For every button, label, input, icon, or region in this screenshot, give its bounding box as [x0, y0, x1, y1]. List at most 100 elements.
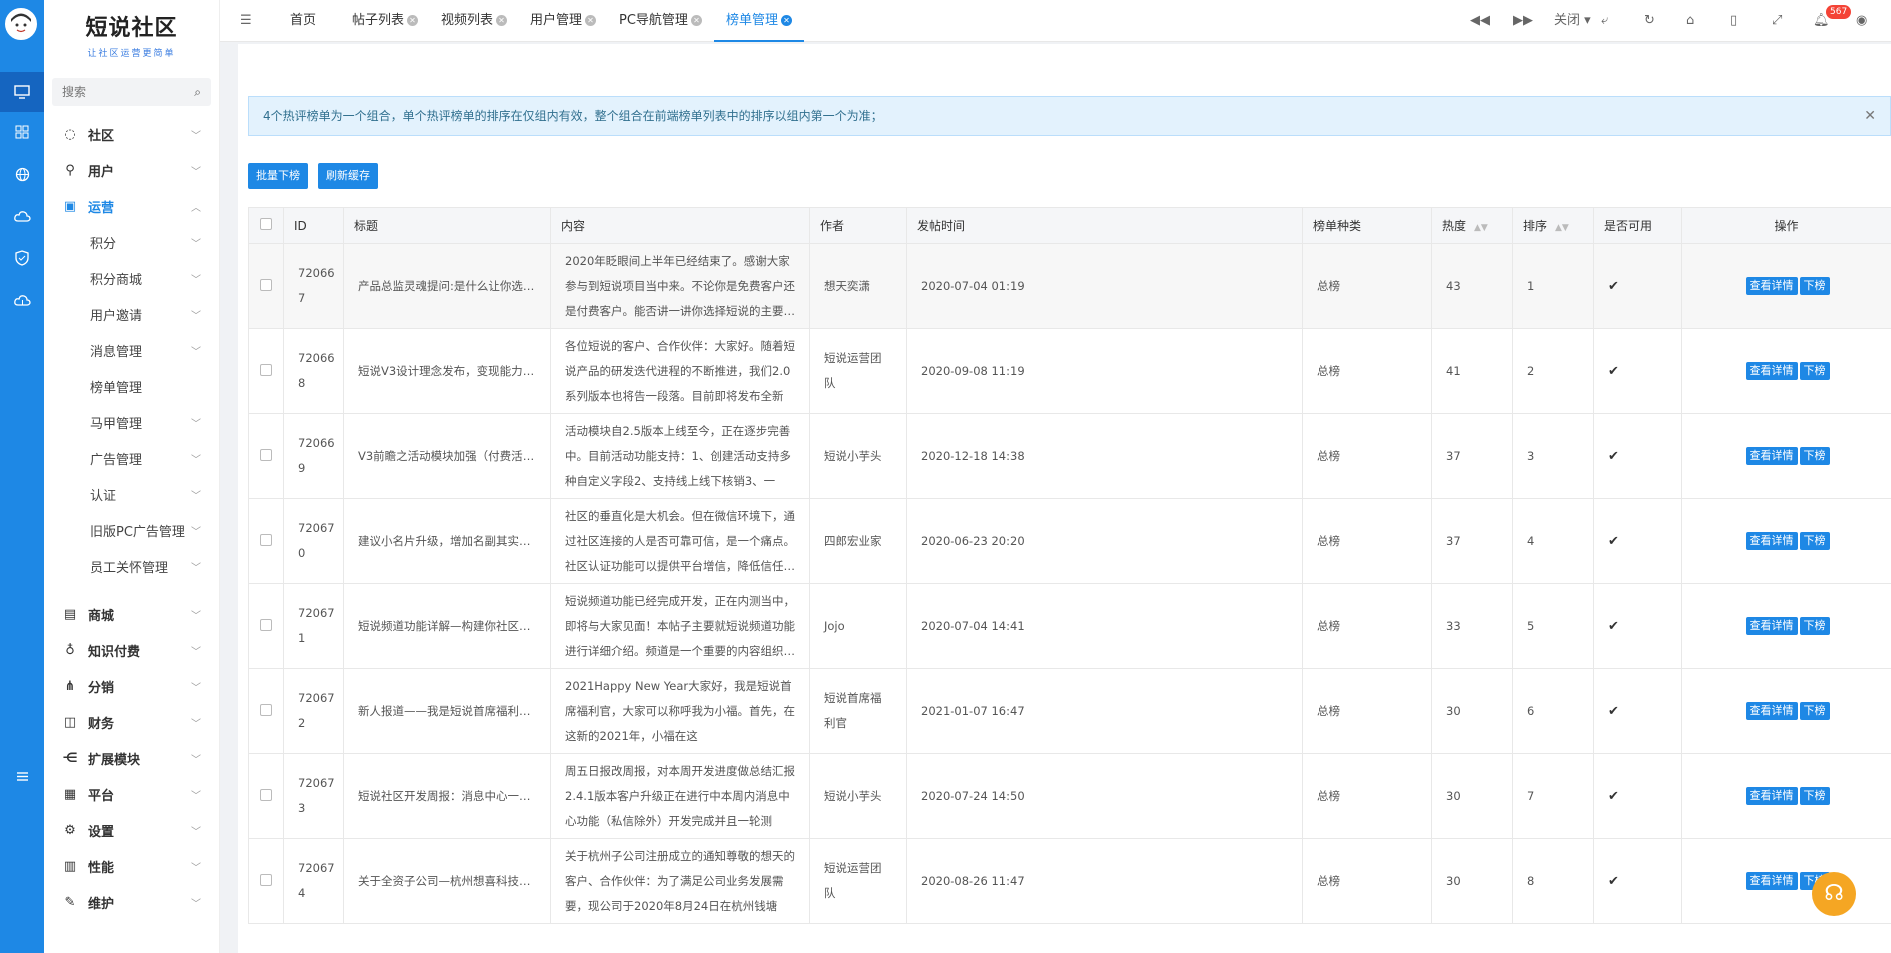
- search-box[interactable]: ⌕: [52, 78, 211, 106]
- brand-title: 短说社区: [85, 15, 178, 41]
- sidebar-item-operation[interactable]: ▣ 运营 ︿: [44, 188, 219, 224]
- grid-icon[interactable]: [0, 112, 44, 152]
- cloud-icon[interactable]: [0, 196, 44, 236]
- logo[interactable]: 短说社区 让社区运营更简单: [44, 0, 219, 62]
- offline-button[interactable]: 下榜: [1799, 447, 1830, 465]
- sidebar-subitem-verify[interactable]: 认证 ﹀: [44, 476, 219, 512]
- offline-button[interactable]: 下榜: [1799, 277, 1830, 295]
- search-input[interactable]: [62, 85, 172, 99]
- sidebar-item-performance[interactable]: ▥ 性能 ﹀: [44, 848, 219, 884]
- cloud-upload-icon[interactable]: [0, 280, 44, 320]
- offline-button[interactable]: 下榜: [1799, 617, 1830, 635]
- sidebar-item-label: 知识付费: [88, 644, 141, 660]
- sort-icon[interactable]: ▲▼: [1555, 223, 1569, 233]
- avatar[interactable]: [5, 8, 37, 40]
- close-icon[interactable]: ✕: [1864, 97, 1876, 135]
- offline-button[interactable]: 下榜: [1799, 787, 1830, 805]
- sidebar-item-knowledge[interactable]: ♁ 知识付费 ﹀: [44, 632, 219, 668]
- view-detail-button[interactable]: 查看详情: [1745, 532, 1798, 550]
- tab-users[interactable]: 用户管理 ✕: [530, 0, 597, 42]
- row-time: 2020-09-08 11:19: [906, 328, 1303, 414]
- view-detail-button[interactable]: 查看详情: [1745, 872, 1798, 890]
- view-detail-button[interactable]: 查看详情: [1745, 362, 1798, 380]
- refresh-cache-button[interactable]: 刷新缓存: [318, 163, 378, 189]
- close-icon[interactable]: ✕: [585, 15, 597, 26]
- sidebar-subitem-employee-care[interactable]: 员工关怀管理 ﹀: [44, 548, 219, 584]
- header-type: 榜单种类: [1302, 207, 1432, 244]
- view-detail-button[interactable]: 查看详情: [1745, 617, 1798, 635]
- sidebar-subitem-messages[interactable]: 消息管理 ﹀: [44, 332, 219, 368]
- offline-button[interactable]: 下榜: [1799, 362, 1830, 380]
- row-checkbox[interactable]: [260, 363, 272, 376]
- sidebar-item-settings[interactable]: ⚙ 设置 ﹀: [44, 812, 219, 848]
- sidebar-subitem-points[interactable]: 积分 ﹀: [44, 224, 219, 260]
- close-icon[interactable]: ✕: [690, 15, 702, 26]
- sidebar-subitem-points-mall[interactable]: 积分商城 ﹀: [44, 260, 219, 296]
- tab-home[interactable]: 首页: [290, 0, 316, 42]
- close-icon[interactable]: ✕: [781, 15, 793, 26]
- row-checkbox[interactable]: [260, 703, 272, 716]
- tab-label: 视频列表: [441, 13, 494, 28]
- close-icon[interactable]: ✕: [496, 15, 508, 26]
- row-checkbox[interactable]: [260, 448, 272, 461]
- header-heat[interactable]: 热度 ▲▼: [1431, 207, 1513, 244]
- refresh-icon[interactable]: ↻: [1644, 0, 1655, 42]
- row-checkbox[interactable]: [260, 873, 272, 886]
- tab-posts[interactable]: 帖子列表 ✕: [352, 0, 419, 42]
- scroll-right-icon[interactable]: ▶▶: [1513, 0, 1533, 42]
- header-rank[interactable]: 排序 ▲▼: [1512, 207, 1594, 244]
- shield-icon[interactable]: [0, 238, 44, 278]
- row-checkbox[interactable]: [260, 278, 272, 291]
- collapse-menu-icon[interactable]: ☰: [240, 0, 252, 42]
- list-icon[interactable]: [0, 756, 44, 796]
- sidebar-item-community[interactable]: ◌ 社区 ﹀: [44, 116, 219, 152]
- row-heat: 37: [1431, 498, 1513, 584]
- sidebar-subitem-ads[interactable]: 广告管理 ﹀: [44, 440, 219, 476]
- offline-button[interactable]: 下榜: [1799, 702, 1830, 720]
- check-icon: ✔: [1608, 873, 1619, 889]
- row-author: 想天奕潇: [824, 278, 870, 293]
- customer-service-icon[interactable]: ☊: [1812, 872, 1856, 916]
- view-detail-button[interactable]: 查看详情: [1745, 787, 1798, 805]
- close-icon[interactable]: ✕: [407, 15, 419, 26]
- sidebar-item-distribution[interactable]: ⋔ 分销 ﹀: [44, 668, 219, 704]
- clear-cache-icon[interactable]: ⌂: [1686, 0, 1694, 42]
- sidebar-item-finance[interactable]: ◫ 财务 ﹀: [44, 704, 219, 740]
- sidebar-subitem-old-pc-ads[interactable]: 旧版PC广告管理 ﹀: [44, 512, 219, 548]
- row-checkbox[interactable]: [260, 788, 272, 801]
- batch-offline-button[interactable]: 批量下榜: [248, 163, 308, 189]
- sidebar-subitem-rankings[interactable]: 榜单管理: [44, 368, 219, 404]
- select-all-checkbox[interactable]: [260, 218, 272, 230]
- view-detail-button[interactable]: 查看详情: [1745, 702, 1798, 720]
- offline-button[interactable]: 下榜: [1799, 532, 1830, 550]
- tab-rankings[interactable]: 榜单管理 ✕: [714, 0, 805, 42]
- monitor-icon[interactable]: [0, 72, 44, 112]
- store-icon: ▤: [63, 606, 77, 622]
- sidebar-subitem-vest[interactable]: 马甲管理 ﹀: [44, 404, 219, 440]
- fullscreen-icon[interactable]: ⤢: [1772, 0, 1782, 42]
- sidebar-item-maintenance[interactable]: ✎ 维护 ﹀: [44, 884, 219, 920]
- sort-icon[interactable]: ▲▼: [1474, 223, 1488, 233]
- view-detail-button[interactable]: 查看详情: [1745, 277, 1798, 295]
- row-time: 2020-06-23 20:20: [906, 498, 1303, 584]
- user-avatar-icon[interactable]: ◉: [1856, 0, 1867, 42]
- row-rank: 4: [1512, 498, 1594, 584]
- close-dropdown[interactable]: 关闭 ▾: [1554, 0, 1591, 42]
- globe-icon[interactable]: [0, 154, 44, 194]
- sidebar-item-label: 分销: [88, 680, 115, 696]
- sidebar-item-extension[interactable]: ⋲ 扩展模块 ﹀: [44, 740, 219, 776]
- sidebar-item-store[interactable]: ▤ 商城 ﹀: [44, 596, 219, 632]
- view-detail-button[interactable]: 查看详情: [1745, 447, 1798, 465]
- tab-videos[interactable]: 视频列表 ✕: [441, 0, 508, 42]
- tab-pc-nav[interactable]: PC导航管理 ✕: [619, 0, 702, 42]
- scroll-left-icon[interactable]: ◀◀: [1470, 0, 1490, 42]
- sidebar-item-platform[interactable]: ▦ 平台 ﹀: [44, 776, 219, 812]
- row-checkbox[interactable]: [260, 533, 272, 546]
- sidebar-subitem-invite[interactable]: 用户邀请 ﹀: [44, 296, 219, 332]
- row-id: 720673: [298, 776, 335, 815]
- sidebar-item-user[interactable]: ⚲ 用户 ﹀: [44, 152, 219, 188]
- back-icon[interactable]: ⤶: [1601, 0, 1608, 42]
- row-checkbox[interactable]: [260, 618, 272, 631]
- search-icon[interactable]: ⌕: [194, 85, 201, 100]
- mobile-icon[interactable]: ▯: [1730, 0, 1737, 42]
